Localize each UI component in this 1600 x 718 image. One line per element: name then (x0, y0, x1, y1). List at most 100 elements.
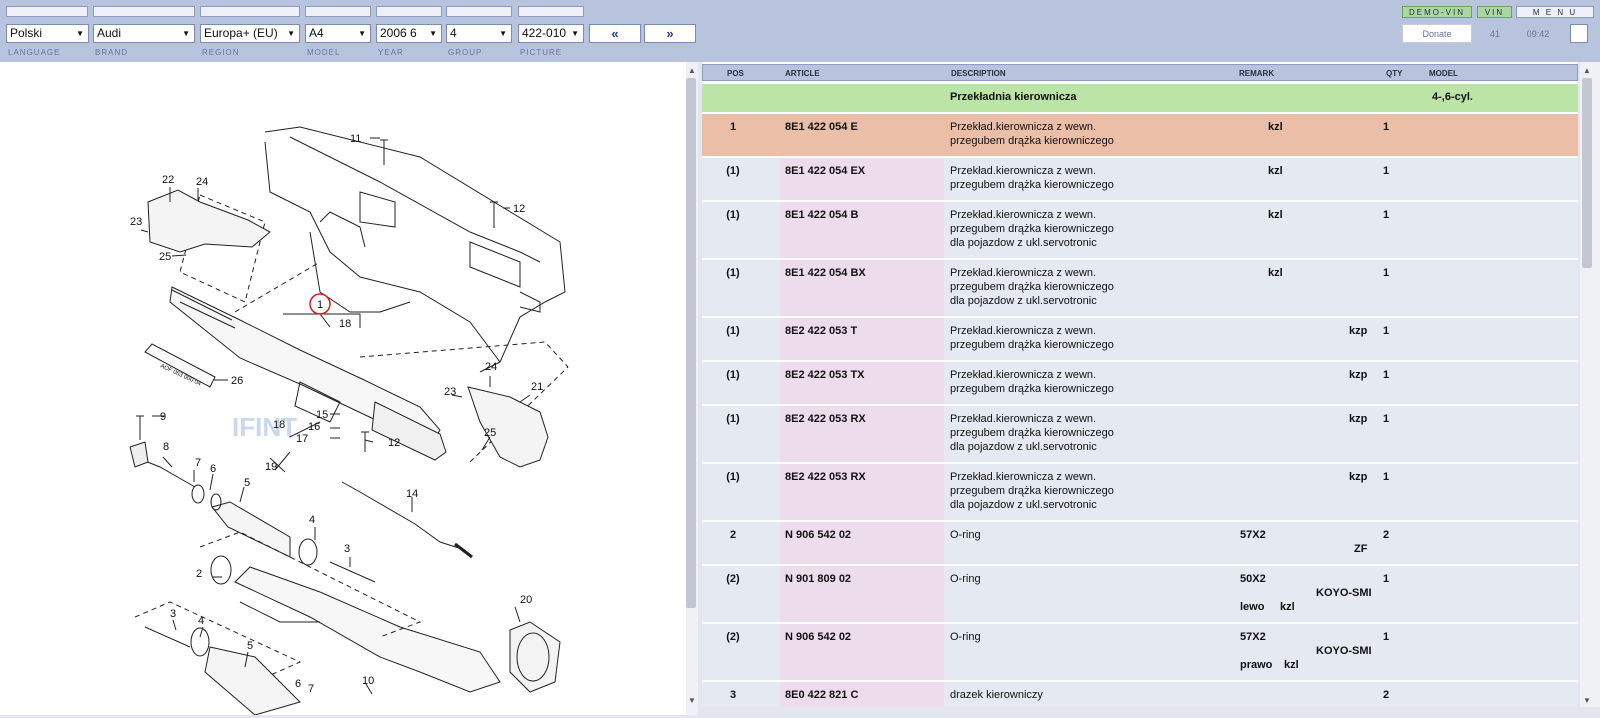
callout[interactable]: 8 (163, 441, 169, 453)
row-pos: (1) (726, 413, 740, 425)
model-select[interactable]: A4 ▼ (305, 24, 371, 43)
toolbar-tab-3[interactable] (200, 6, 300, 17)
callout[interactable]: 26 (231, 375, 243, 387)
row-article[interactable]: 8E1 422 054 E (785, 120, 858, 134)
row-article[interactable]: N 906 542 02 (785, 528, 851, 542)
toolbar-tab-7[interactable] (518, 6, 584, 17)
row-article[interactable]: N 906 542 02 (785, 630, 851, 644)
table-row[interactable]: (2) N 906 542 02 O-ring 57X2 KOYO-SMI pr… (702, 624, 1578, 682)
callout[interactable]: 24 (485, 361, 497, 373)
header-description[interactable]: DESCRIPTION (951, 69, 1006, 78)
callout[interactable]: 15 (316, 409, 328, 421)
year-select[interactable]: 2006 6 ▼ (376, 24, 442, 43)
callout[interactable]: 14 (406, 488, 418, 500)
diagram-scroll-up-icon[interactable]: ▲ (688, 66, 696, 75)
callout[interactable]: 20 (520, 594, 532, 606)
prev-picture-button[interactable]: « (589, 24, 641, 43)
header-article[interactable]: ARTICLE (785, 69, 820, 78)
callout[interactable]: 18 (339, 318, 351, 330)
table-row[interactable]: 1 8E1 422 054 E Przekład.kierownicza z w… (702, 114, 1578, 158)
group-label: GROUP (448, 48, 483, 57)
table-row[interactable]: (1) 8E2 422 053 RX Przekład.kierownicza … (702, 406, 1578, 464)
header-remark[interactable]: REMARK (1239, 69, 1274, 78)
callout[interactable]: 3 (344, 543, 350, 555)
row-article[interactable]: 8E2 422 053 RX (785, 470, 866, 484)
callout[interactable]: 7 (308, 683, 314, 695)
callout[interactable]: 25 (159, 251, 171, 263)
vin-button[interactable]: VIN (1477, 6, 1512, 18)
toolbar-tab-1[interactable] (6, 6, 88, 17)
callout[interactable]: 4 (198, 615, 204, 627)
row-remark-maker: KOYO-SMI (1316, 587, 1372, 599)
callout[interactable]: 19 (265, 461, 277, 473)
group-row[interactable]: Przekładnia kierownicza 4-,6-cyl. (702, 84, 1578, 114)
brand-value: Audi (97, 26, 122, 40)
row-remark-code: kzl (1284, 659, 1299, 671)
table-row[interactable]: (1) 8E1 422 054 B Przekład.kierownicza z… (702, 202, 1578, 260)
table-row[interactable]: (1) 8E1 422 054 EX Przekład.kierownicza … (702, 158, 1578, 202)
header-qty[interactable]: QTY (1386, 69, 1402, 78)
callout[interactable]: 6 (295, 678, 301, 690)
row-article[interactable]: N 901 809 02 (785, 572, 851, 586)
toolbar-tab-4[interactable] (305, 6, 371, 17)
menu-button[interactable]: M E N U (1516, 6, 1594, 18)
row-article[interactable]: 8E1 422 054 B (785, 208, 858, 222)
brand-select[interactable]: Audi ▼ (93, 24, 195, 43)
row-article[interactable]: 8E1 422 054 BX (785, 266, 866, 280)
callout: 23 (130, 216, 142, 228)
callout[interactable]: 12 (388, 437, 400, 449)
header-pos[interactable]: POS (727, 69, 744, 78)
picture-select[interactable]: 422-010 ▼ (518, 24, 584, 43)
callout[interactable]: 5 (247, 640, 253, 652)
row-article[interactable]: 8E1 422 054 EX (785, 164, 865, 178)
table-row[interactable]: (2) N 901 809 02 O-ring 50X2 KOYO-SMI le… (702, 566, 1578, 624)
diagram-scrollbar-thumb[interactable] (686, 78, 696, 608)
table-row[interactable]: 2 N 906 542 02 O-ring 57X2 ZF 2 (702, 522, 1578, 566)
row-article[interactable]: 8E2 422 053 T (785, 324, 857, 338)
row-qty: 1 (1382, 369, 1390, 381)
demo-vin-button[interactable]: DEMO-VIN (1402, 6, 1472, 18)
parts-diagram-pane[interactable]: IFINT AOF 063 000 04 11 12 22 24 23 25 1… (0, 62, 686, 716)
callout[interactable]: 3 (170, 608, 176, 620)
toolbar-tab-5[interactable] (376, 6, 442, 17)
callout[interactable]: 7 (195, 457, 201, 469)
callout[interactable]: 23 (444, 386, 456, 398)
toolbar-tab-2[interactable] (93, 6, 195, 17)
callout[interactable]: 17 (296, 433, 308, 445)
callout[interactable]: 9 (160, 411, 166, 423)
callout[interactable]: 1 (317, 299, 323, 311)
extra-box[interactable] (1570, 24, 1588, 43)
callout[interactable]: 6 (210, 463, 216, 475)
table-scrollbar-thumb[interactable] (1582, 78, 1592, 268)
row-article[interactable]: 8E0 422 821 C (785, 688, 858, 702)
table-row[interactable]: (1) 8E1 422 054 BX Przekład.kierownicza … (702, 260, 1578, 318)
region-select[interactable]: Europa+ (EU) ▼ (200, 24, 300, 43)
callout[interactable]: 25 (484, 427, 496, 439)
callout[interactable]: 4 (309, 514, 315, 526)
table-row[interactable]: (1) 8E2 422 053 TX Przekład.kierownicza … (702, 362, 1578, 406)
callout[interactable]: 10 (362, 675, 374, 687)
diagram-scroll-down-icon[interactable]: ▼ (688, 696, 696, 705)
callout[interactable]: 5 (244, 477, 250, 489)
callout[interactable]: 18 (273, 419, 285, 431)
callout[interactable]: 21 (531, 381, 543, 393)
table-row[interactable]: 3 8E0 422 821 C drazek kierowniczy 2 (702, 682, 1578, 707)
group-select[interactable]: 4 ▼ (446, 24, 512, 43)
row-remark: 57X2 (1240, 631, 1266, 643)
region-value: Europa+ (EU) (204, 26, 278, 40)
row-qty: 1 (1382, 471, 1390, 483)
callout[interactable]: 16 (308, 421, 320, 433)
row-article[interactable]: 8E2 422 053 RX (785, 412, 866, 426)
toolbar-tab-6[interactable] (446, 6, 512, 17)
table-row[interactable]: (1) 8E2 422 053 RX Przekład.kierownicza … (702, 464, 1578, 522)
row-article[interactable]: 8E2 422 053 TX (785, 368, 865, 382)
callout[interactable]: 2 (196, 568, 202, 580)
donate-button[interactable]: Donate (1402, 24, 1472, 43)
exploded-diagram[interactable]: IFINT AOF 063 000 04 11 12 22 24 23 25 1… (0, 62, 686, 716)
table-row[interactable]: (1) 8E2 422 053 T Przekład.kierownicza z… (702, 318, 1578, 362)
next-picture-button[interactable]: » (644, 24, 696, 43)
scroll-down-icon[interactable]: ▼ (1583, 696, 1591, 705)
language-select[interactable]: Polski ▼ (6, 24, 89, 43)
scroll-up-icon[interactable]: ▲ (1583, 66, 1591, 75)
header-model[interactable]: MODEL (1429, 69, 1458, 78)
